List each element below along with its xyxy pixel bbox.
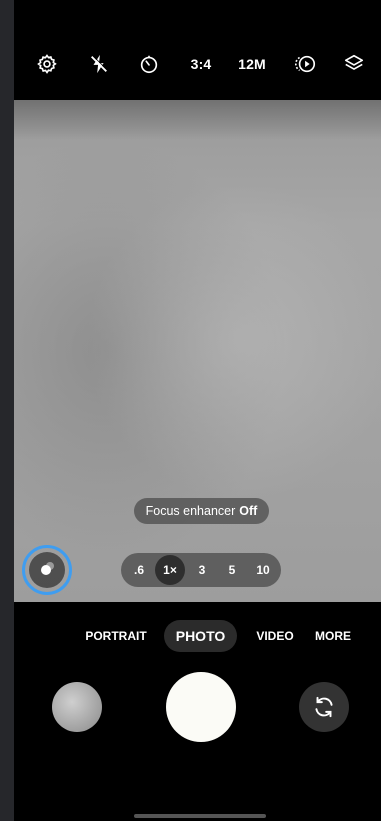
mode-more[interactable]: MORE: [310, 620, 356, 652]
camera-mode-selector: PORTRAIT PHOTO VIDEO MORE: [14, 620, 381, 652]
flash-off-icon[interactable]: [84, 52, 114, 76]
zoom-option-0.6[interactable]: .6: [124, 553, 154, 587]
camera-assistant-button[interactable]: [22, 545, 72, 595]
layers-filter-icon[interactable]: [339, 52, 369, 76]
viewfinder-shade: [14, 100, 381, 140]
aspect-ratio-button[interactable]: 3:4: [184, 52, 218, 76]
mode-photo-selected[interactable]: PHOTO: [164, 620, 237, 652]
zoom-option-5[interactable]: 5: [217, 553, 247, 587]
focus-enhancer-state: Off: [239, 504, 258, 518]
gallery-thumbnail[interactable]: [52, 682, 102, 732]
resolution-button[interactable]: 12M: [235, 52, 269, 76]
camera-app: 3:4 12M Focus enhancer Off .6 1× 3 5 10 …: [14, 0, 381, 821]
switch-camera-icon: [315, 696, 333, 718]
zoom-option-10[interactable]: 10: [248, 553, 278, 587]
motion-photo-icon[interactable]: [291, 52, 321, 76]
timer-icon[interactable]: [134, 52, 164, 76]
mode-portrait[interactable]: PORTRAIT: [84, 620, 148, 652]
focus-enhancer-toast[interactable]: Focus enhancer Off: [134, 498, 269, 524]
switch-camera-button[interactable]: [299, 682, 349, 732]
zoom-selector: .6 1× 3 5 10: [121, 553, 281, 587]
zoom-option-1x-selected[interactable]: 1×: [155, 555, 185, 585]
dual-dot-icon: [29, 552, 65, 588]
shutter-button[interactable]: [166, 672, 236, 742]
focus-enhancer-label: Focus enhancer: [145, 504, 236, 518]
camera-viewfinder[interactable]: Focus enhancer Off .6 1× 3 5 10: [14, 100, 381, 602]
settings-gear-icon[interactable]: [32, 52, 62, 76]
zoom-option-3[interactable]: 3: [187, 553, 217, 587]
home-indicator[interactable]: [134, 814, 266, 818]
mode-video[interactable]: VIDEO: [252, 620, 298, 652]
top-toolbar: 3:4 12M: [14, 0, 381, 100]
